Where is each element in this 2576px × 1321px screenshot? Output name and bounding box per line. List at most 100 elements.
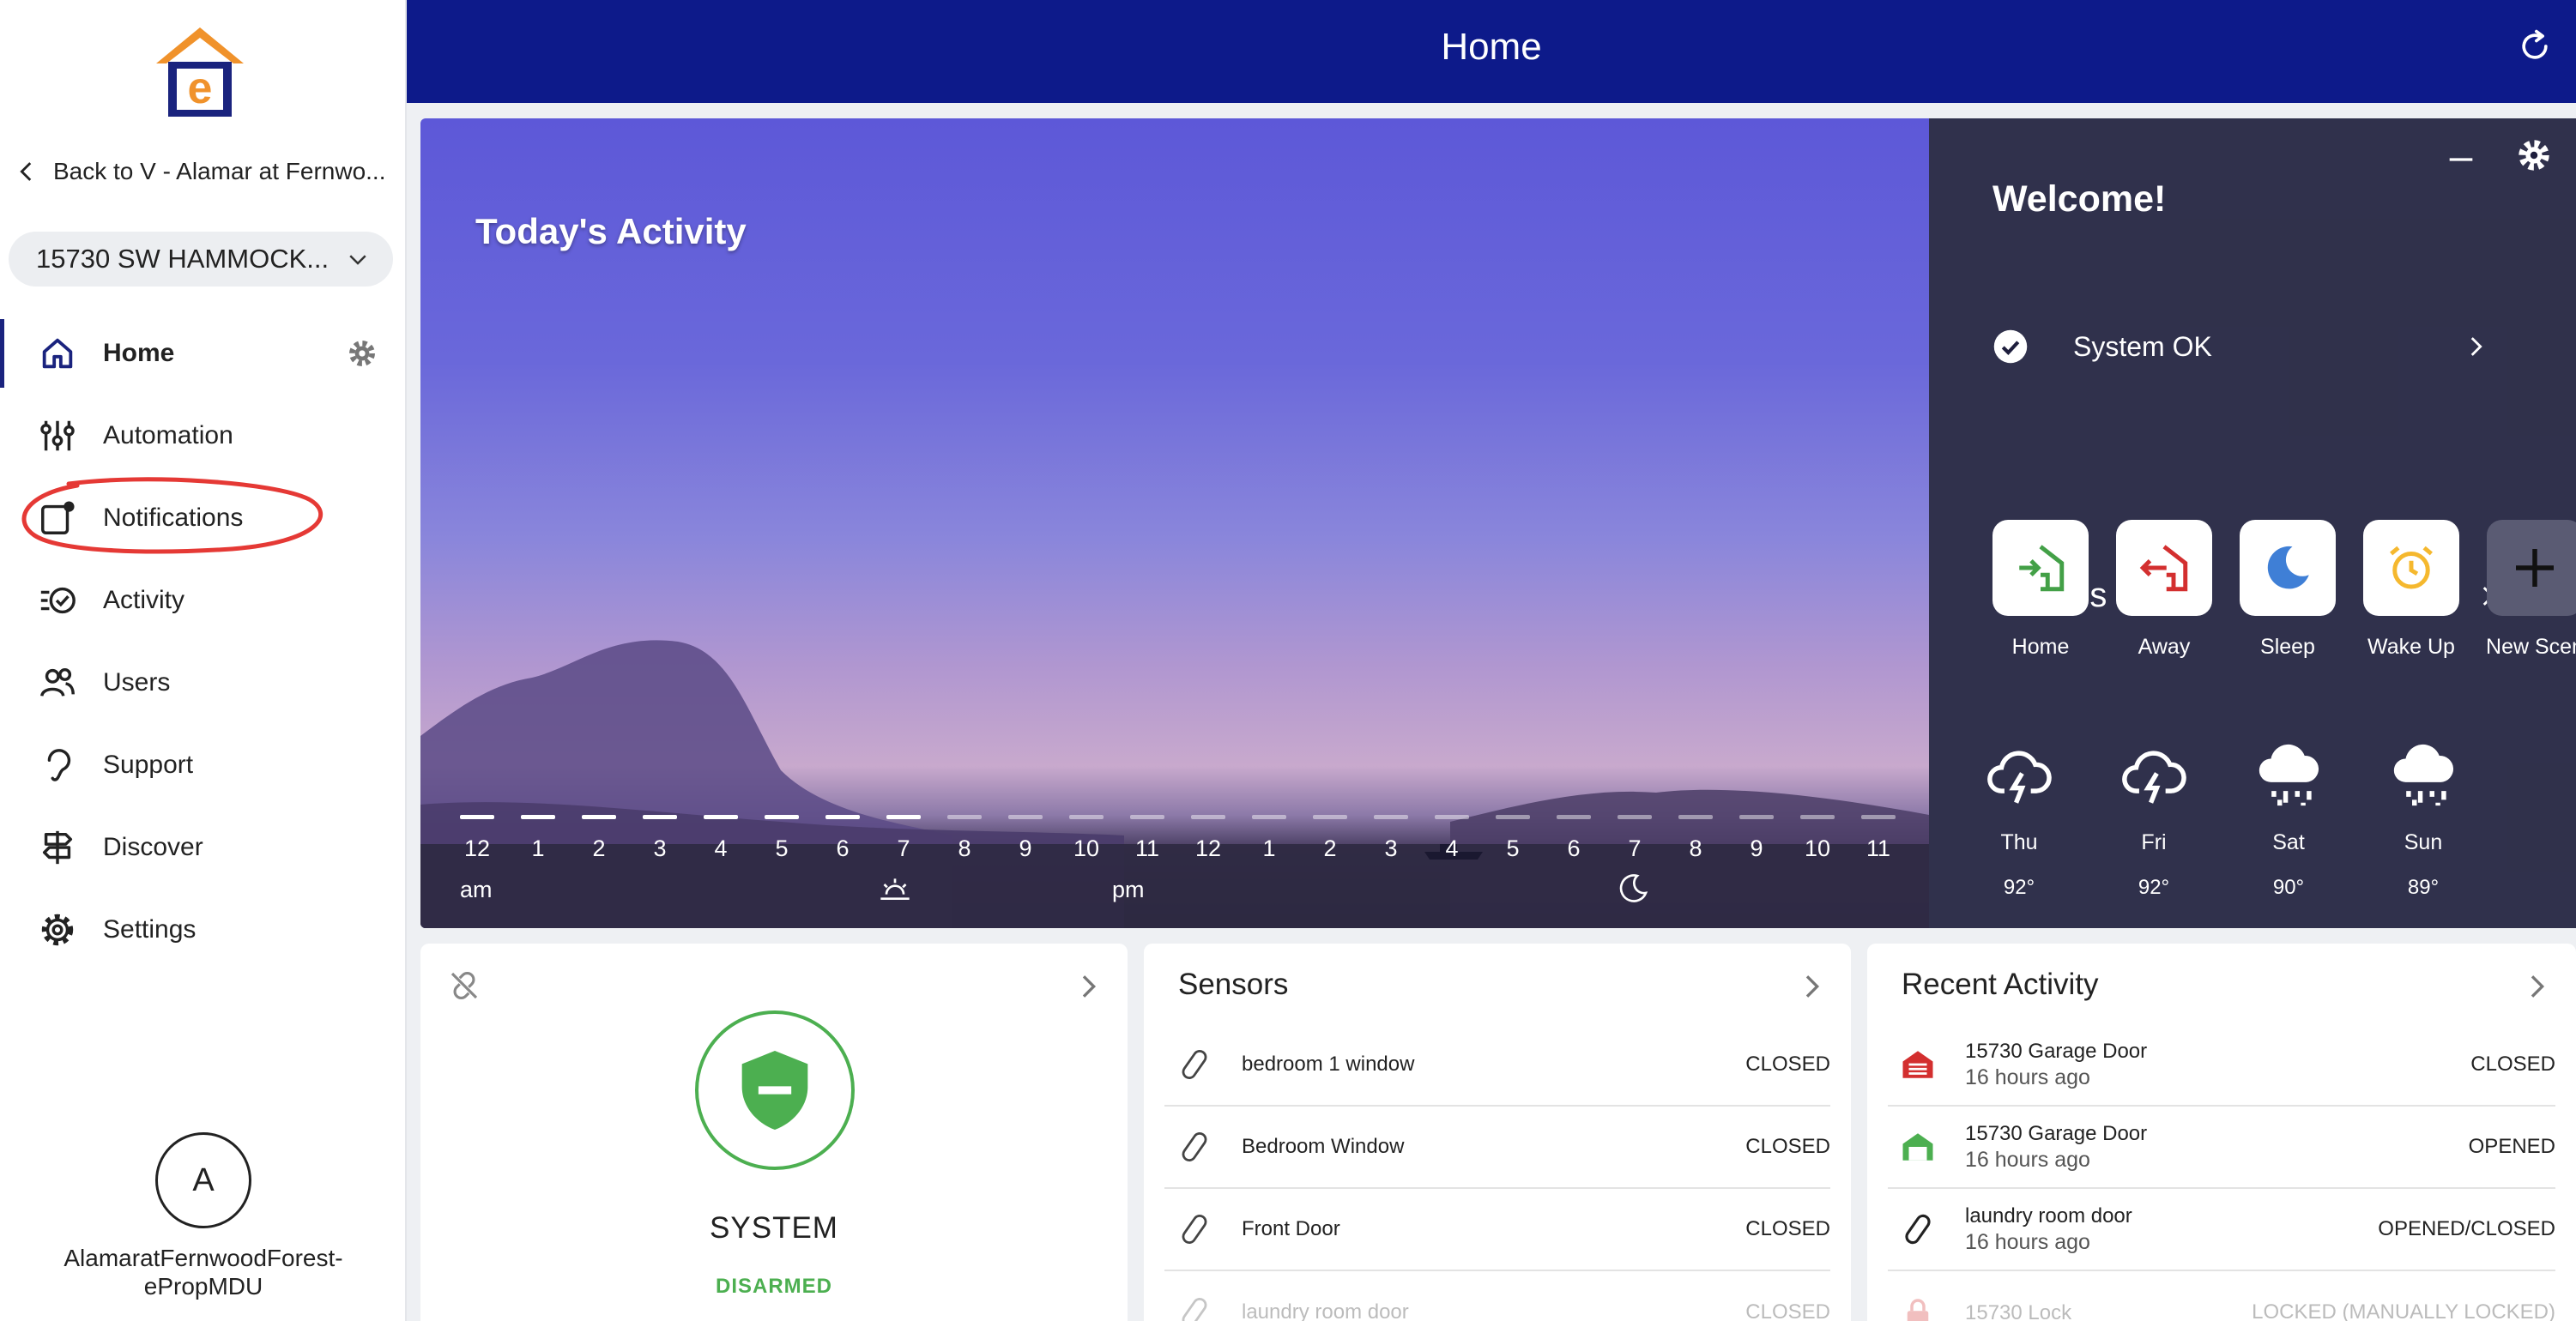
gear-icon[interactable] xyxy=(2514,136,2554,175)
contact-sensor-icon xyxy=(1182,1214,1207,1245)
sensor-state: CLOSED xyxy=(1745,1300,1830,1321)
scene-label: New Scen xyxy=(2486,635,2576,659)
activity-time: 16 hours ago xyxy=(1965,1148,2090,1172)
sidebar-item-label: Discover xyxy=(103,833,203,861)
timeline-hour-tick[interactable] xyxy=(1496,815,1530,819)
welcome-title: Welcome! xyxy=(1992,178,2167,220)
plus-icon xyxy=(2516,549,2554,587)
home-settings-gear-icon[interactable] xyxy=(345,336,379,371)
chevron-right-icon[interactable] xyxy=(1794,969,1829,1004)
timeline-hour-tick[interactable] xyxy=(1739,815,1774,819)
timeline-hour-tick[interactable] xyxy=(704,815,738,819)
timeline-hour-tick[interactable] xyxy=(1130,815,1164,819)
sensor-name: laundry room door xyxy=(1242,1300,1409,1321)
timeline-hour-tick[interactable] xyxy=(1678,815,1713,819)
sidebar-item-home[interactable]: Home xyxy=(0,312,407,395)
activity-row[interactable]: 15730 Garage Door 16 hours ago CLOSED xyxy=(1888,1024,2555,1107)
scene-new[interactable]: New Scen xyxy=(2486,520,2576,660)
chevron-right-icon[interactable] xyxy=(1071,969,1105,1004)
weather-day: Sat xyxy=(2272,830,2305,854)
minimize-icon[interactable] xyxy=(2444,142,2478,177)
timeline-hour-tick[interactable] xyxy=(582,815,616,819)
weather-day-fri: Fri 92° xyxy=(2107,741,2201,900)
activity-row[interactable]: laundry room door 16 hours ago OPENED/CLO… xyxy=(1888,1189,2555,1271)
user-name-line1: AlamaratFernwoodForest- xyxy=(63,1245,343,1271)
refresh-icon[interactable] xyxy=(2516,27,2554,65)
welcome-panel: Welcome! System OK Scenes Home Away Slee… xyxy=(1929,118,2576,928)
timeline-hour-tick[interactable] xyxy=(886,815,921,819)
timeline-hour-tick[interactable] xyxy=(947,815,982,819)
sensor-row[interactable]: laundry room door CLOSED xyxy=(1164,1271,1830,1321)
users-icon xyxy=(40,667,75,697)
activity-row[interactable]: 15730 Lock LOCKED (MANUALLY LOCKED) xyxy=(1888,1271,2555,1321)
timeline-hour-tick[interactable] xyxy=(1191,815,1225,819)
timeline-hour-tick[interactable] xyxy=(1557,815,1591,819)
timeline-hour-label: 10 xyxy=(1804,835,1831,861)
back-link-label: Back to V - Alamar at Fernwo... xyxy=(53,158,386,184)
weather-temp: 92° xyxy=(2003,876,2035,899)
security-system-card[interactable]: SYSTEM DISARMED xyxy=(420,944,1128,1321)
sensor-row[interactable]: Front Door CLOSED xyxy=(1164,1189,1830,1271)
timeline-hour-label: 9 xyxy=(1750,835,1763,861)
timeline-hour-tick[interactable] xyxy=(460,815,494,819)
timeline-hour-tick[interactable] xyxy=(643,815,677,819)
sidebar-item-discover[interactable]: Discover xyxy=(0,806,407,889)
timeline-hour-tick[interactable] xyxy=(1008,815,1043,819)
sidebar-item-activity[interactable]: Activity xyxy=(0,559,407,642)
sensor-name: Front Door xyxy=(1242,1217,1340,1240)
chevron-right-icon xyxy=(2470,337,2482,356)
timeline-hour-label: 6 xyxy=(1567,835,1581,861)
chevron-right-icon[interactable] xyxy=(2519,969,2554,1004)
sensor-row[interactable]: bedroom 1 window CLOSED xyxy=(1164,1024,1830,1107)
notification-icon xyxy=(41,501,75,534)
unlinked-icon[interactable] xyxy=(446,968,482,1004)
timeline-hour-tick[interactable] xyxy=(1313,815,1347,819)
sensor-row[interactable]: Bedroom Window CLOSED xyxy=(1164,1107,1830,1189)
timeline-hour-label: 10 xyxy=(1073,835,1100,861)
scene-wake-up[interactable]: Wake Up xyxy=(2362,520,2460,660)
sidebar-item-support[interactable]: Support xyxy=(0,724,407,806)
back-to-community-link[interactable]: Back to V - Alamar at Fernwo... xyxy=(12,154,385,189)
scene-away[interactable]: Away xyxy=(2115,520,2213,660)
timeline-hour-tick[interactable] xyxy=(825,815,860,819)
timeline-hour-tick[interactable] xyxy=(1861,815,1896,819)
timeline-hour-label: 9 xyxy=(1019,835,1032,861)
timeline-hour-tick[interactable] xyxy=(1374,815,1408,819)
timeline-hour-tick[interactable] xyxy=(521,815,555,819)
svg-text:e: e xyxy=(188,63,213,113)
timeline-hour-tick[interactable] xyxy=(765,815,799,819)
sidebar-item-settings[interactable]: Settings xyxy=(0,889,407,971)
activity-row[interactable]: 15730 Garage Door 16 hours ago OPENED xyxy=(1888,1107,2555,1189)
home-arrive-icon xyxy=(2019,545,2065,592)
scene-label: Sleep xyxy=(2260,635,2315,659)
avatar-initial: A xyxy=(192,1161,215,1198)
sidebar-item-automation[interactable]: Automation xyxy=(0,395,407,477)
timeline-hour-label: 12 xyxy=(1194,835,1222,861)
sidebar-item-users[interactable]: Users xyxy=(0,642,407,724)
thunderstorm-icon xyxy=(2122,751,2186,804)
timeline-hour-label: 1 xyxy=(1262,835,1276,861)
timeline-hour-tick[interactable] xyxy=(1069,815,1104,819)
timeline-hour-tick[interactable] xyxy=(1618,815,1652,819)
sidebar-item-notifications[interactable]: Notifications xyxy=(0,477,407,559)
timeline-hour-tick[interactable] xyxy=(1252,815,1286,819)
timeline-hour-tick[interactable] xyxy=(1800,815,1835,819)
system-status-row[interactable]: System OK xyxy=(1992,321,2490,372)
activity-name: 15730 Garage Door xyxy=(1965,1122,2148,1145)
system-arm-state: DISARMED xyxy=(715,1275,832,1298)
contact-sensor-icon xyxy=(1182,1131,1207,1162)
avatar[interactable]: A xyxy=(155,1132,251,1228)
user-profile[interactable]: A AlamaratFernwoodForest- ePropMDU xyxy=(0,1132,407,1300)
security-status-ring[interactable] xyxy=(695,1010,855,1170)
property-selector[interactable]: 15730 SW HAMMOCK... xyxy=(9,232,393,287)
scene-home[interactable]: Home xyxy=(1992,520,2089,660)
sensors-card: Sensors bedroom 1 window CLOSED Bedroom … xyxy=(1144,944,1851,1321)
scene-sleep[interactable]: Sleep xyxy=(2239,520,2337,660)
timeline-hour-tick[interactable] xyxy=(1435,815,1469,819)
chevron-left-icon xyxy=(20,162,32,181)
weather-day: Sun xyxy=(2404,830,2443,854)
activity-timeline[interactable]: 12 1 2 3 4 5 6 7 8 9 10 11 12 1 2 3 4 5 6 7 8 9 10 11 xyxy=(420,118,1929,928)
check-circle-icon xyxy=(1993,329,2028,364)
scene-label: Away xyxy=(2138,635,2191,659)
recent-activity-title: Recent Activity xyxy=(1902,968,2099,1001)
